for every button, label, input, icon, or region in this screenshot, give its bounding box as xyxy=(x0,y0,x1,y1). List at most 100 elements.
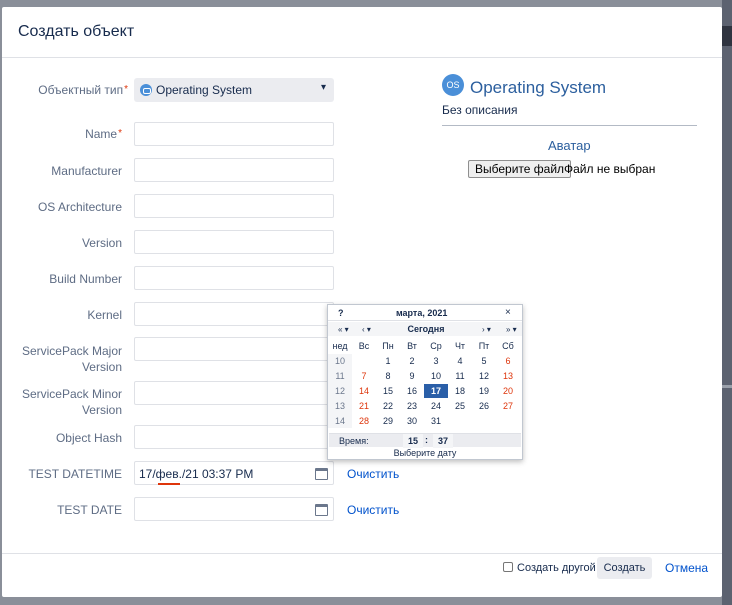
calendar-day[interactable]: 16 xyxy=(400,384,424,398)
create-object-dialog: Создать объект Объектный тип* Operating … xyxy=(2,7,722,597)
calendar-status: Выберите дату xyxy=(393,448,457,458)
calendar-day[interactable]: 1 xyxy=(376,354,400,368)
calendar-day[interactable]: 27 xyxy=(496,399,520,413)
calendar-day[interactable]: 30 xyxy=(400,414,424,428)
create-another-checkbox[interactable] xyxy=(503,562,513,572)
today-button[interactable]: Сегодня xyxy=(394,324,458,334)
calendar-day[interactable]: 10 xyxy=(424,369,448,383)
calendar-day[interactable]: 8 xyxy=(376,369,400,383)
servicepack-minor-field[interactable] xyxy=(134,381,334,405)
dialog-header: Создать объект xyxy=(2,7,722,58)
minute-field[interactable]: 37 xyxy=(433,434,453,448)
object-hash-label: Object Hash xyxy=(55,431,122,445)
day-of-week-header: Чт xyxy=(454,341,466,351)
calendar-day[interactable]: 2 xyxy=(400,354,424,368)
object-type-icon xyxy=(140,84,152,96)
object-hash-field[interactable] xyxy=(134,425,334,449)
servicepack-major-field[interactable] xyxy=(134,337,334,361)
calendar-day[interactable]: 6 xyxy=(496,354,520,368)
test-datetime-clear-link[interactable]: Очистить xyxy=(347,467,399,481)
calendar-day[interactable]: 19 xyxy=(472,384,496,398)
calendar-day[interactable]: 23 xyxy=(400,399,424,413)
os-architecture-label: OS Architecture xyxy=(37,200,122,214)
week-number: 10 xyxy=(334,356,345,366)
manufacturer-field[interactable] xyxy=(134,158,334,182)
test-datetime-value: 17/фев./21 03:37 PM xyxy=(139,467,254,481)
file-status: Файл не выбран xyxy=(564,162,656,176)
name-field[interactable] xyxy=(134,122,334,146)
calendar-icon[interactable] xyxy=(315,468,328,480)
calendar-day[interactable]: 9 xyxy=(400,369,424,383)
calendar-time-row: Время: 15 : 37 xyxy=(329,433,521,448)
calendar-day[interactable]: 11 xyxy=(448,369,472,383)
build-number-label: Build Number xyxy=(49,272,122,286)
object-type-title: Operating System xyxy=(470,78,607,97)
servicepack-major-label: ServicePack Major Version xyxy=(21,344,122,374)
day-of-week-header: Вс xyxy=(358,341,370,351)
test-date-clear-link[interactable]: Очистить xyxy=(347,503,399,517)
date-picker-calendar: ? марта, 2021 × « ▾ ‹ ▾ Сегодня › ▾ » ▾ … xyxy=(327,304,523,460)
week-number: 12 xyxy=(334,386,345,396)
build-number-field[interactable] xyxy=(134,266,334,290)
name-label-text: Name xyxy=(85,127,118,141)
required-marker: * xyxy=(124,84,128,95)
calendar-title-bar: ? марта, 2021 × xyxy=(328,305,522,321)
calendar-day[interactable]: 21 xyxy=(352,399,376,413)
object-type-value: Operating System xyxy=(156,83,253,97)
calendar-day[interactable]: 13 xyxy=(496,369,520,383)
prev-year-button[interactable]: « ▾ xyxy=(338,325,349,334)
calendar-day[interactable]: 29 xyxy=(376,414,400,428)
time-label: Время: xyxy=(339,436,369,446)
calendar-day[interactable]: 5 xyxy=(472,354,496,368)
calendar-day[interactable]: 12 xyxy=(472,369,496,383)
object-type-label-text: Объектный тип xyxy=(38,83,124,97)
day-of-week-header: Пн xyxy=(382,341,394,351)
calendar-day[interactable]: 20 xyxy=(496,384,520,398)
next-month-button[interactable]: › ▾ xyxy=(482,325,491,334)
calendar-day[interactable]: 28 xyxy=(352,414,376,428)
dialog-title: Создать объект xyxy=(18,23,135,40)
calendar-day[interactable]: 26 xyxy=(472,399,496,413)
week-column-header: нед xyxy=(332,341,348,351)
prev-month-button[interactable]: ‹ ▾ xyxy=(362,325,371,334)
calendar-day[interactable]: 15 xyxy=(376,384,400,398)
chevron-down-icon: ▾ xyxy=(320,82,326,93)
test-datetime-field[interactable]: 17/фев./21 03:37 PM xyxy=(134,461,334,485)
calendar-day[interactable]: 31 xyxy=(424,414,448,428)
calendar-close-icon[interactable]: × xyxy=(505,307,511,318)
next-year-button[interactable]: » ▾ xyxy=(506,325,517,334)
calendar-day[interactable]: 25 xyxy=(448,399,472,413)
create-another-label[interactable]: Создать другой xyxy=(517,562,596,574)
cancel-link[interactable]: Отмена xyxy=(665,561,708,575)
calendar-icon[interactable] xyxy=(315,504,328,516)
required-marker: * xyxy=(118,128,122,139)
calendar-day[interactable]: 24 xyxy=(424,399,448,413)
background-page-fragment xyxy=(722,26,732,46)
os-architecture-field[interactable] xyxy=(134,194,334,218)
calendar-day[interactable]: 14 xyxy=(352,384,376,398)
hour-field[interactable]: 15 xyxy=(403,434,423,448)
day-of-week-header: Пт xyxy=(478,341,490,351)
name-label: Name* xyxy=(2,126,122,142)
object-type-select[interactable]: Operating System ▾ xyxy=(134,78,334,102)
create-button[interactable]: Создать xyxy=(597,557,652,579)
calendar-day[interactable]: 22 xyxy=(376,399,400,413)
kernel-field[interactable] xyxy=(134,302,334,326)
choose-file-button[interactable]: Выберите файл xyxy=(468,160,572,178)
servicepack-minor-label: ServicePack Minor Version xyxy=(21,387,122,417)
week-number: 13 xyxy=(334,401,345,411)
week-number: 14 xyxy=(334,416,345,426)
calendar-day[interactable]: 3 xyxy=(424,354,448,368)
week-number: 11 xyxy=(335,371,345,381)
test-date-field[interactable] xyxy=(134,497,334,521)
calendar-day[interactable]: 18 xyxy=(448,384,472,398)
avatar-title: Аватар xyxy=(548,138,591,153)
day-of-week-header: Сб xyxy=(502,341,514,351)
calendar-day-selected[interactable]: 17 xyxy=(424,384,448,398)
version-field[interactable] xyxy=(134,230,334,254)
time-colon: : xyxy=(425,435,428,445)
calendar-day[interactable]: 4 xyxy=(448,354,472,368)
object-type-label: Объектный тип* xyxy=(8,82,128,98)
calendar-day[interactable]: 7 xyxy=(352,369,376,383)
calendar-help-button[interactable]: ? xyxy=(338,308,344,318)
